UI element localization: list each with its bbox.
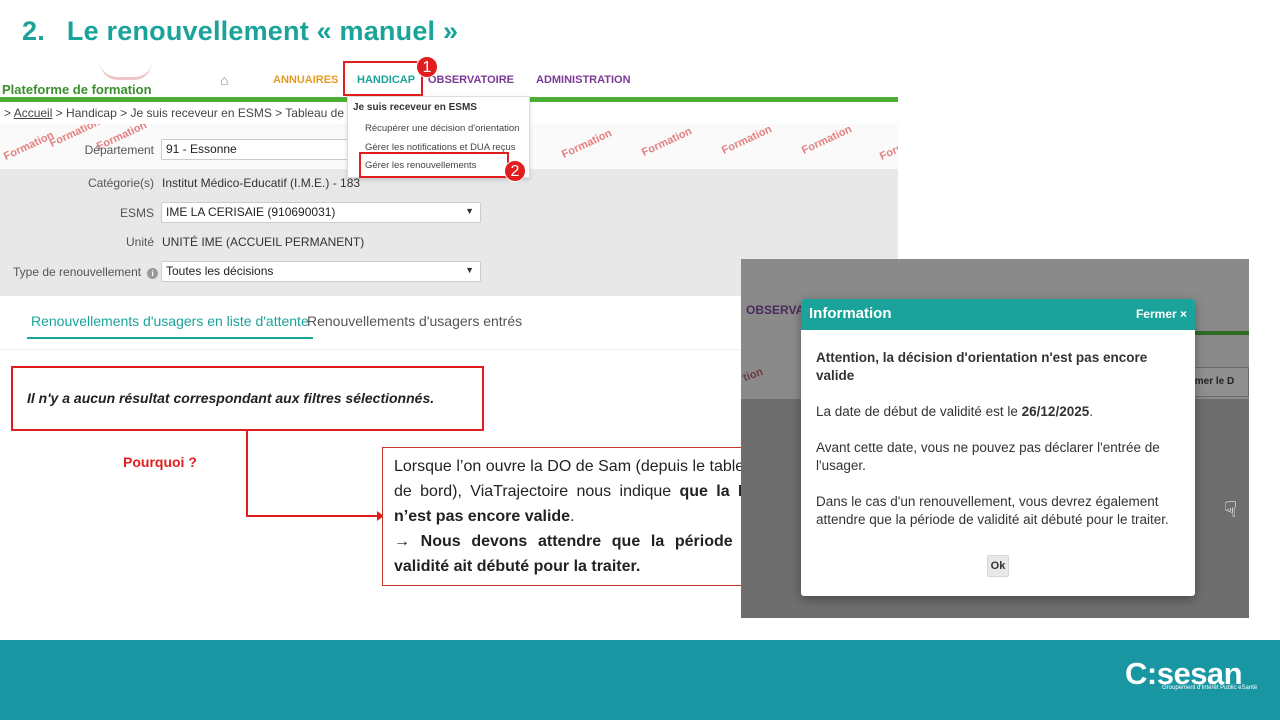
- watermark: Formation: [719, 124, 774, 157]
- modal-warning: Attention, la décision d'orientation n'e…: [816, 350, 1148, 383]
- footer-band: C:sesan Groupement d'Intérêt Public eSan…: [0, 640, 1280, 720]
- explanation-part2: .: [570, 508, 575, 525]
- connector-line: [246, 515, 378, 517]
- esms-select[interactable]: IME LA CERISAIE (910690031) ▼: [161, 202, 481, 223]
- highlight-handicap: [343, 61, 423, 96]
- tab-usagers-entres[interactable]: Renouvellements d'usagers entrés: [307, 313, 522, 329]
- no-result-box: Il n'y a aucun résultat correspondant au…: [11, 366, 484, 431]
- hand-cursor-icon: ☟: [1224, 497, 1238, 522]
- nav-administration[interactable]: ADMINISTRATION: [536, 74, 631, 86]
- caret-down-icon: ▼: [465, 265, 474, 275]
- modal-renewal-text: Dans le cas d'un renouvellement, vous de…: [816, 494, 1169, 527]
- modal-title: Information: [809, 305, 892, 322]
- explanation-bold2: Nous devons attendre que la période de v…: [394, 533, 762, 575]
- caret-down-icon: ▼: [465, 206, 474, 216]
- menu-recuperer-decision[interactable]: Récupérer une décision d'orientation: [365, 123, 519, 134]
- modal-date: 26/12/2025: [1021, 404, 1090, 419]
- dimmed-nav-observatoire: OBSERVA: [746, 303, 805, 317]
- step-marker-1: 1: [416, 56, 438, 78]
- slide-title-text: Le renouvellement « manuel »: [66, 16, 459, 46]
- unite-value: UNITÉ IME (ACCUEIL PERMANENT): [162, 235, 365, 249]
- top-nav: Plateforme de formation ⌂ ANNUAIRES HAND…: [0, 60, 898, 98]
- type-renouvellement-text: Type de renouvellement: [13, 265, 142, 279]
- slide-title-number: 2.: [22, 16, 45, 46]
- nav-annuaires[interactable]: ANNUAIRES: [273, 74, 338, 86]
- sesan-tagline: Groupement d'Intérêt Public eSanté: [1162, 685, 1258, 691]
- home-icon[interactable]: ⌂: [220, 72, 228, 88]
- breadcrumb-prefix: >: [4, 106, 12, 120]
- nav-observatoire[interactable]: OBSERVATOIRE: [428, 74, 514, 86]
- modal-date-line: La date de début de validité est le 26/1…: [816, 403, 1180, 421]
- esms-value: IME LA CERISAIE (910690031): [166, 205, 336, 219]
- modal-body: Attention, la décision d'orientation n'e…: [801, 330, 1195, 529]
- slide: 2. Le renouvellement « manuel » Plateform…: [0, 0, 1280, 720]
- departement-value: 91 - Essonne: [166, 142, 237, 156]
- type-renouvellement-label: Type de renouvellement i: [13, 265, 159, 279]
- pourquoi-label: Pourquoi ?: [123, 454, 197, 470]
- watermark: Formation: [877, 129, 898, 163]
- brand-logo: [100, 62, 152, 80]
- right-arrow-icon: →: [394, 533, 410, 550]
- highlight-renouvellements: [359, 152, 509, 178]
- modal-header: Information Fermer ×: [801, 299, 1195, 330]
- brand-title: Plateforme de formation: [2, 82, 152, 97]
- modal-before-text: Avant cette date, vous ne pouvez pas déc…: [816, 440, 1160, 473]
- connector-line: [246, 431, 248, 517]
- categorie-value: Institut Médico-Educatif (I.M.E.) - 183: [162, 176, 361, 190]
- esms-label: ESMS: [119, 206, 154, 220]
- modal-ok-button[interactable]: Ok: [987, 555, 1009, 577]
- tab-liste-attente[interactable]: Renouvellements d'usagers en liste d'att…: [27, 313, 313, 339]
- breadcrumb-rest: > Handicap > Je suis receveur en ESMS > …: [55, 106, 382, 120]
- watermark: Formation: [559, 127, 614, 161]
- modal-date-suffix: .: [1089, 404, 1093, 419]
- information-modal: Information Fermer × Attention, la décis…: [801, 299, 1195, 596]
- dropdown-header: Je suis receveur en ESMS: [353, 102, 477, 113]
- departement-label: Département: [84, 143, 154, 157]
- modal-date-prefix: La date de début de validité est le: [816, 404, 1022, 419]
- categorie-label: Catégorie(s): [87, 176, 154, 190]
- explanation-box: Lorsque l’on ouvre la DO de Sam (depuis …: [382, 447, 774, 586]
- type-renouvellement-select[interactable]: Toutes les décisions ▼: [161, 261, 481, 282]
- info-icon[interactable]: i: [147, 268, 159, 279]
- type-renouvellement-value: Toutes les décisions: [166, 264, 274, 278]
- slide-title: 2. Le renouvellement « manuel »: [22, 16, 458, 47]
- step-marker-2: 2: [504, 160, 526, 182]
- breadcrumb-accueil[interactable]: Accueil: [14, 106, 53, 120]
- modal-close-button[interactable]: Fermer ×: [1136, 307, 1187, 321]
- departement-select[interactable]: 91 - Essonne: [161, 139, 351, 160]
- no-result-text: Il n'y a aucun résultat correspondant au…: [27, 390, 435, 406]
- watermark: Formation: [799, 124, 854, 157]
- watermark: Formation: [639, 125, 694, 159]
- unite-label: Unité: [125, 235, 154, 249]
